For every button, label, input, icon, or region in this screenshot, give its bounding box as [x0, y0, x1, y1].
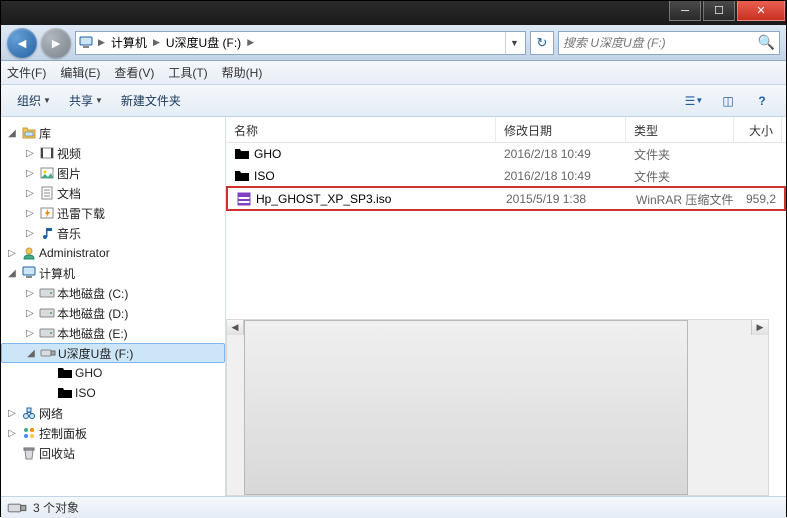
menu-view[interactable]: 查看(V) [114, 64, 154, 81]
menu-edit[interactable]: 编辑(E) [60, 64, 100, 81]
computer-icon [21, 265, 37, 281]
drive-icon [7, 498, 27, 518]
tree-document[interactable]: ▷文档 [1, 183, 225, 203]
recycle-bin-icon [21, 445, 37, 461]
file-type: 文件夹 [626, 168, 734, 185]
download-icon [39, 205, 55, 221]
file-row[interactable]: ISO 2016/2/18 10:49文件夹 [226, 165, 786, 187]
column-headers: 名称 修改日期 类型 大小 [226, 117, 786, 143]
file-type: 文件夹 [626, 146, 734, 163]
tree-folder-iso[interactable]: ISO [1, 383, 225, 403]
command-bar: 组织 ▼ 共享 ▼ 新建文件夹 ☰ ▼ ◫ ? [1, 85, 786, 117]
tree-recycle-bin[interactable]: 回收站 [1, 443, 225, 463]
tree-libraries[interactable]: ◢库 [1, 123, 225, 143]
chevron-right-icon: ▶ [98, 37, 105, 48]
tree-picture[interactable]: ▷图片 [1, 163, 225, 183]
chevron-right-icon: ▶ [247, 37, 254, 48]
view-options-button[interactable]: ☰ ▼ [680, 90, 708, 112]
search-box[interactable]: 🔍 [558, 31, 780, 55]
file-row[interactable]: Hp_GHOST_XP_SP3.iso 2015/5/19 1:38WinRAR … [226, 186, 786, 211]
file-date: 2016/2/18 10:49 [496, 169, 626, 183]
tree-drive-c[interactable]: ▷本地磁盘 (C:) [1, 283, 225, 303]
navigation-tree[interactable]: ◢库 ▷视频 ▷图片 ▷文档 ▷迅雷下载 ▷音乐 ▷Administrator … [1, 117, 226, 496]
file-name: Hp_GHOST_XP_SP3.iso [256, 192, 391, 206]
drive-icon [39, 285, 55, 301]
scroll-right-arrow[interactable]: ▶ [751, 320, 768, 335]
tree-administrator[interactable]: ▷Administrator [1, 243, 225, 263]
tree-music[interactable]: ▷音乐 [1, 223, 225, 243]
computer-icon [78, 35, 94, 51]
folder-icon [234, 168, 250, 184]
file-name: ISO [254, 169, 275, 183]
search-input[interactable] [563, 36, 758, 50]
control-panel-icon [21, 425, 37, 441]
folder-icon [234, 146, 250, 162]
picture-icon [39, 165, 55, 181]
back-button[interactable]: ◄ [7, 28, 37, 58]
file-size: 959,2 [736, 192, 784, 206]
usb-drive-icon [40, 345, 56, 361]
scroll-thumb[interactable] [244, 320, 688, 496]
drive-icon [39, 305, 55, 321]
tree-computer[interactable]: ◢计算机 [1, 263, 225, 283]
status-bar: 3 个对象 [1, 496, 786, 518]
new-folder-button[interactable]: 新建文件夹 [115, 90, 187, 111]
menu-bar: 文件(F) 编辑(E) 查看(V) 工具(T) 帮助(H) [1, 61, 786, 85]
column-name[interactable]: 名称 [226, 117, 496, 142]
refresh-button[interactable]: ↻ [530, 31, 554, 55]
column-date[interactable]: 修改日期 [496, 117, 626, 142]
tree-drive-f[interactable]: ◢U深度U盘 (F:) [1, 343, 225, 363]
address-dropdown[interactable]: ▼ [505, 32, 523, 54]
horizontal-scrollbar[interactable]: ◀ ▶ [226, 319, 769, 497]
folder-icon [57, 385, 73, 401]
file-name: GHO [254, 147, 281, 161]
address-bar[interactable]: ▶ 计算机 ▶ U深度U盘 (F:) ▶ ▼ [75, 31, 526, 55]
tree-network[interactable]: ▷网络 [1, 403, 225, 423]
file-date: 2016/2/18 10:49 [496, 147, 626, 161]
close-button[interactable]: ✕ [737, 1, 785, 21]
column-size[interactable]: 大小 [734, 117, 782, 142]
search-icon[interactable]: 🔍 [758, 34, 775, 51]
nav-bar: ◄ ► ▶ 计算机 ▶ U深度U盘 (F:) ▶ ▼ ↻ 🔍 [1, 25, 786, 61]
breadcrumb-computer[interactable]: 计算机 [109, 32, 149, 54]
forward-button[interactable]: ► [41, 28, 71, 58]
menu-file[interactable]: 文件(F) [7, 64, 46, 81]
share-button[interactable]: 共享 ▼ [63, 90, 109, 111]
scroll-left-arrow[interactable]: ◀ [227, 320, 244, 335]
tree-video[interactable]: ▷视频 [1, 143, 225, 163]
tree-drive-d[interactable]: ▷本地磁盘 (D:) [1, 303, 225, 323]
tree-control-panel[interactable]: ▷控制面板 [1, 423, 225, 443]
user-icon [21, 245, 37, 261]
tree-folder-gho[interactable]: GHO [1, 363, 225, 383]
video-icon [39, 145, 55, 161]
network-icon [21, 405, 37, 421]
menu-help[interactable]: 帮助(H) [222, 64, 263, 81]
rar-icon [236, 191, 252, 207]
file-list-pane: 名称 修改日期 类型 大小 GHO 2016/2/18 10:49文件夹 ISO 20… [226, 117, 786, 496]
folder-icon [57, 365, 73, 381]
file-row[interactable]: GHO 2016/2/18 10:49文件夹 [226, 143, 786, 165]
organize-button[interactable]: 组织 ▼ [11, 90, 57, 111]
title-bar: ─ ☐ ✕ [1, 1, 786, 25]
document-icon [39, 185, 55, 201]
breadcrumb-drive[interactable]: U深度U盘 (F:) [164, 32, 243, 54]
file-date: 2015/5/19 1:38 [498, 192, 628, 206]
drive-icon [39, 325, 55, 341]
column-type[interactable]: 类型 [626, 117, 734, 142]
maximize-button[interactable]: ☐ [703, 1, 735, 21]
preview-pane-button[interactable]: ◫ [714, 90, 742, 112]
tree-drive-e[interactable]: ▷本地磁盘 (E:) [1, 323, 225, 343]
status-text: 3 个对象 [33, 499, 79, 516]
menu-tools[interactable]: 工具(T) [168, 64, 207, 81]
tree-thunder[interactable]: ▷迅雷下载 [1, 203, 225, 223]
file-type: WinRAR 压缩文件 [628, 191, 736, 208]
minimize-button[interactable]: ─ [669, 1, 701, 21]
music-icon [39, 225, 55, 241]
help-button[interactable]: ? [748, 90, 776, 112]
libraries-icon [21, 125, 37, 141]
chevron-right-icon: ▶ [153, 37, 160, 48]
